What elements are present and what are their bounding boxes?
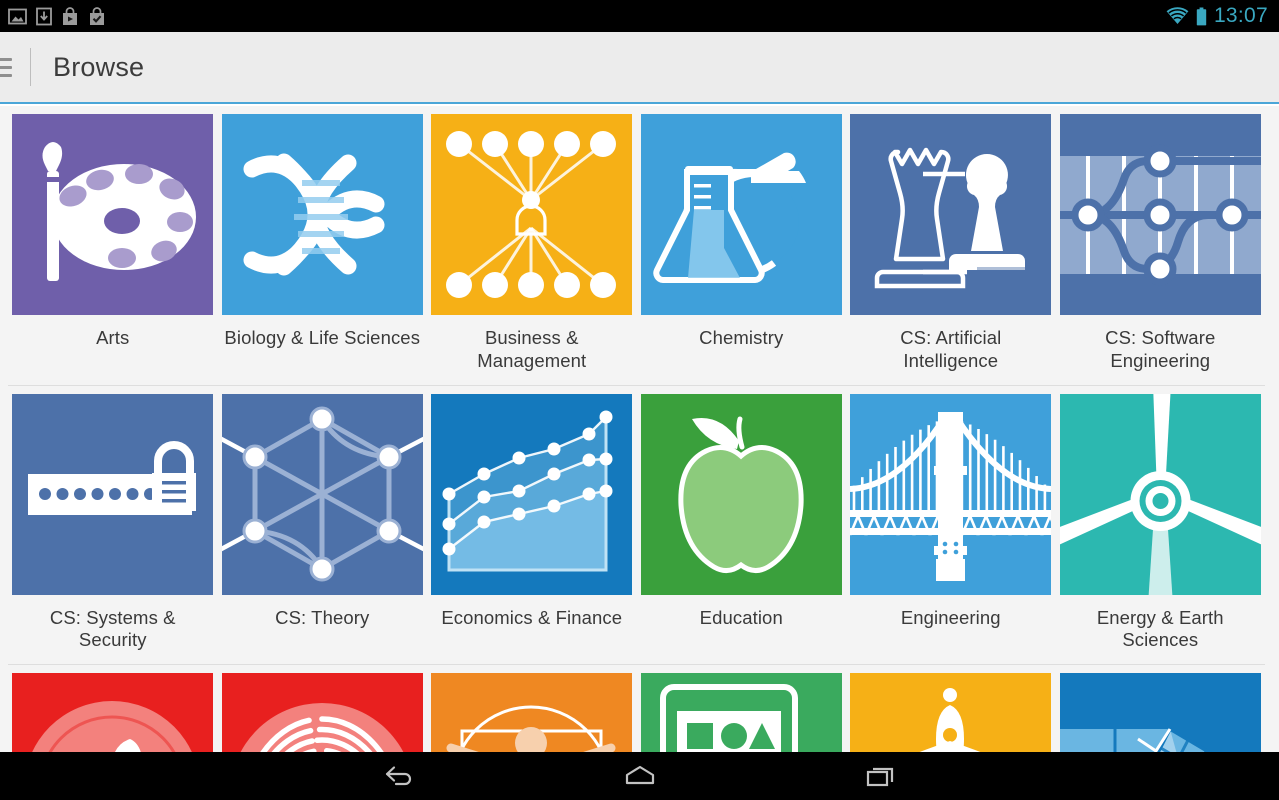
category-cell[interactable]: CS: Artificial Intelligence <box>846 114 1056 381</box>
lab-flask-icon[interactable] <box>640 114 842 315</box>
download-icon <box>36 7 52 25</box>
category-label: Energy & Earth Sciences <box>1096 606 1224 651</box>
apple-icon[interactable] <box>640 393 842 595</box>
suspension-bridge-icon[interactable] <box>850 393 1052 595</box>
recents-button[interactable] <box>853 756 909 796</box>
category-grid: Arts Biology & Life Sciences Business & Ma… <box>0 106 1279 752</box>
home-button[interactable] <box>612 756 668 796</box>
play-store-check-bag-icon <box>90 6 104 25</box>
recents-icon <box>866 767 893 787</box>
action-bar: Browse <box>0 32 1279 104</box>
category-label: Biology & Life Sciences <box>224 327 421 348</box>
row-separator <box>8 384 1265 386</box>
category-cell[interactable]: Information, Tech & Design <box>637 673 847 752</box>
category-cell[interactable]: Health & Society <box>218 673 428 752</box>
category-cell[interactable]: c2Mathematics <box>1056 673 1266 752</box>
category-cell[interactable]: CS: Software Engineering <box>1056 114 1266 381</box>
category-label: CS: Artificial Intelligence <box>900 327 1002 371</box>
category-cell[interactable]: Arts <box>8 114 218 381</box>
category-label: Education <box>699 606 783 628</box>
pythagoras-icon[interactable]: c2 <box>1059 673 1261 752</box>
git-branch-icon[interactable] <box>1059 114 1261 315</box>
category-label: CS: Systems & Security <box>49 606 176 651</box>
status-clock: 13:07 <box>1213 3 1268 27</box>
wifi-icon <box>1166 7 1189 24</box>
category-label: CS: Theory <box>275 606 370 628</box>
category-cell[interactable]: Economics & Finance <box>427 393 637 661</box>
password-lock-icon[interactable] <box>12 393 214 595</box>
dna-helix-icon[interactable] <box>221 114 423 315</box>
tablet-content-icon[interactable] <box>640 673 842 752</box>
action-bar-divider <box>30 48 31 86</box>
back-button[interactable] <box>371 756 427 796</box>
paint-palette-icon[interactable] <box>12 114 214 315</box>
category-cell[interactable]: Humanities <box>427 673 637 752</box>
status-notification-icons <box>0 6 106 26</box>
browse-scroll-area[interactable]: Arts Biology & Life Sciences Business & Ma… <box>0 106 1279 752</box>
play-store-bag-icon <box>63 6 77 25</box>
category-label: Chemistry <box>699 327 784 348</box>
back-arrow-icon <box>385 766 411 786</box>
line-chart-icon[interactable] <box>431 393 633 595</box>
hamburger-menu-icon[interactable] <box>0 47 12 87</box>
category-label: Arts <box>96 327 130 348</box>
row-separator <box>8 664 1265 665</box>
category-cell[interactable]: Business & Management <box>427 114 637 381</box>
category-label: Business & Management <box>477 327 587 371</box>
fingerprint-icon[interactable] <box>221 673 423 752</box>
status-system-icons: 13:07 <box>1166 3 1279 27</box>
battery-icon <box>1196 7 1207 25</box>
system-navigation-bar <box>0 752 1279 800</box>
network-person-icon[interactable] <box>431 114 633 315</box>
category-label: Engineering <box>900 606 1001 628</box>
category-cell[interactable]: Engineering <box>846 393 1056 661</box>
category-cell[interactable]: Food & Nutrition <box>8 673 218 752</box>
image-icon <box>8 8 27 24</box>
vitruvian-man-icon[interactable] <box>431 673 633 752</box>
category-label: Economics & Finance <box>441 606 623 628</box>
graph-network-icon[interactable] <box>221 393 423 595</box>
category-cell[interactable]: Law <box>846 673 1056 752</box>
status-bar: 13:07 <box>0 0 1279 32</box>
wind-turbine-icon[interactable] <box>1059 393 1261 595</box>
scales-of-justice-icon[interactable] <box>850 673 1052 752</box>
category-cell[interactable]: Energy & Earth Sciences <box>1056 393 1266 661</box>
category-cell[interactable]: Biology & Life Sciences <box>218 114 428 381</box>
page-title: Browse <box>53 51 145 82</box>
category-cell[interactable]: Chemistry <box>637 114 847 381</box>
plate-cutlery-icon[interactable] <box>12 673 214 752</box>
home-icon <box>625 765 654 785</box>
chess-pieces-icon[interactable] <box>850 114 1052 315</box>
category-cell[interactable]: Education <box>637 393 847 661</box>
app-root: 13:07 Browse Arts Biology & Life Sciences… <box>0 0 1279 800</box>
category-label: CS: Software Engineering <box>1105 327 1216 371</box>
category-cell[interactable]: CS: Theory <box>218 393 428 661</box>
category-cell[interactable]: CS: Systems & Security <box>8 393 218 661</box>
